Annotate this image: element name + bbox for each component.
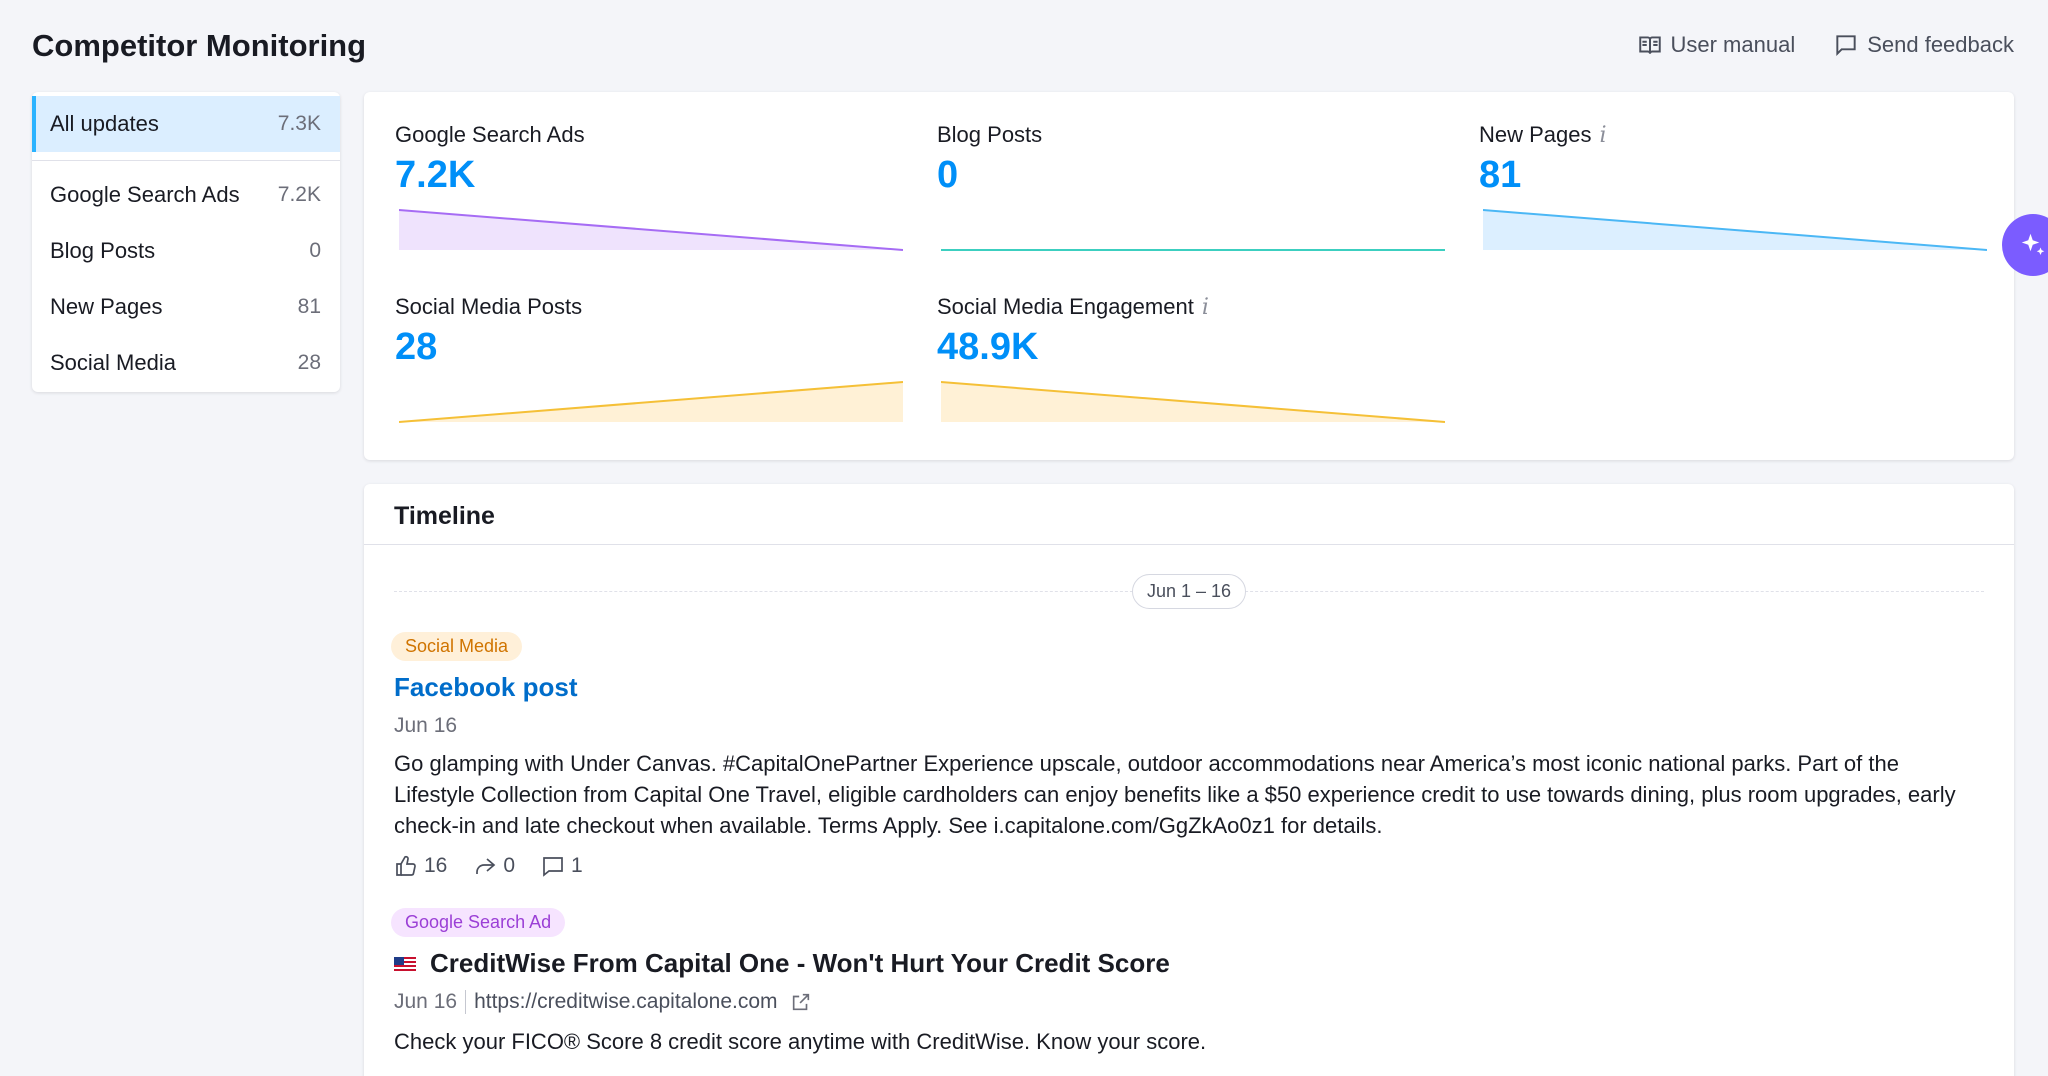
stat-value: 81 xyxy=(1479,154,1522,196)
send-feedback-label: Send feedback xyxy=(1867,32,2014,57)
stat-label: Social Media Posts xyxy=(395,294,583,319)
comments-count: 1 xyxy=(571,854,583,877)
sparkline xyxy=(399,381,903,423)
sidebar-item-count: 81 xyxy=(297,295,321,318)
sidebar-item-label: Blog Posts xyxy=(50,238,156,263)
shares-count: 0 xyxy=(503,854,516,877)
sidebar-item-count: 7.2K xyxy=(277,183,321,206)
sidebar-item-label: New Pages xyxy=(50,294,163,319)
entry-body: Go glamping with Under Canvas. #CapitalO… xyxy=(394,751,1956,838)
sparkline xyxy=(399,209,903,251)
date-range-chip: Jun 1 – 16 xyxy=(1132,574,1247,609)
share-icon xyxy=(476,858,496,874)
stat-value: 28 xyxy=(395,326,438,368)
stat-social-media-engagement[interactable]: Social Media Engagement i 48.9K xyxy=(937,294,1447,423)
info-icon[interactable]: i xyxy=(1202,295,1209,320)
sidebar-item-social-media[interactable]: Social Media 28 xyxy=(32,335,340,391)
stat-social-media-posts[interactable]: Social Media Posts 28 xyxy=(395,294,905,423)
stat-google-search-ads[interactable]: Google Search Ads 7.2K xyxy=(395,122,905,251)
entry-body: Check your FICO® Score 8 credit score an… xyxy=(394,1029,1207,1054)
entry-date: Jun 16 xyxy=(394,990,458,1013)
stat-value: 0 xyxy=(937,154,959,196)
tag-social-media: Social Media xyxy=(391,632,523,661)
tag-google-search-ad: Google Search Ad xyxy=(391,908,566,937)
sparkle-icon xyxy=(2021,233,2045,255)
entry-title-text: CreditWise From Capital One - Won't Hurt… xyxy=(430,948,1170,978)
sidebar-item-count: 28 xyxy=(297,351,321,374)
stat-value: 48.9K xyxy=(937,326,1039,368)
us-flag-icon xyxy=(394,957,416,974)
engagement-row: 16 0 1 xyxy=(394,854,583,878)
sidebar-item-blog-posts[interactable]: Blog Posts 0 xyxy=(32,223,340,279)
sparkline xyxy=(941,381,1445,423)
entry-meta: Jun 16 https://creditwise.capitalone.com xyxy=(394,990,812,1014)
stat-blog-posts[interactable]: Blog Posts 0 xyxy=(937,122,1447,251)
stat-label: Blog Posts xyxy=(937,122,1043,147)
timeline-title: Timeline xyxy=(394,502,495,530)
sidebar-item-new-pages[interactable]: New Pages 81 xyxy=(32,279,340,335)
comment-icon xyxy=(543,857,563,877)
external-link-icon[interactable] xyxy=(790,991,812,1013)
entry-date: Jun 16 xyxy=(394,714,458,737)
sidebar-item-count: 7.3K xyxy=(277,112,321,135)
likes: 16 xyxy=(394,854,447,878)
thumbs-up-icon xyxy=(396,855,416,876)
comments: 1 xyxy=(541,854,583,878)
timeline-card: Timeline Jun 1 – 16 Social Media Faceboo… xyxy=(364,484,2014,1076)
sidebar-item-all-updates[interactable]: All updates 7.3K xyxy=(32,96,340,152)
info-icon[interactable]: i xyxy=(1600,123,1607,148)
sparkline xyxy=(1483,209,1987,251)
stat-value: 7.2K xyxy=(395,154,476,196)
sidebar: All updates 7.3K Google Search Ads 7.2K … xyxy=(32,92,340,392)
stats-card: Google Search Ads 7.2K Blog Posts 0 New … xyxy=(364,92,2014,460)
entry-url[interactable]: https://creditwise.capitalone.com xyxy=(465,990,778,1014)
sidebar-item-count: 0 xyxy=(309,239,321,262)
feedback-icon xyxy=(1836,35,1856,57)
stat-label: New Pages xyxy=(1479,122,1592,147)
entry-title-ad[interactable]: CreditWise From Capital One - Won't Hurt… xyxy=(394,948,1170,979)
send-feedback-link[interactable]: Send feedback xyxy=(1833,32,2014,58)
stat-label: Social Media Engagement xyxy=(937,294,1194,319)
stat-new-pages[interactable]: New Pages i 81 xyxy=(1479,122,1989,251)
shares: 0 xyxy=(473,854,515,878)
page-title: Competitor Monitoring xyxy=(32,28,367,63)
likes-count: 16 xyxy=(424,854,448,877)
sidebar-item-label: All updates xyxy=(50,111,159,136)
header-links: User manual Send feedback xyxy=(1637,32,2014,58)
user-manual-link[interactable]: User manual xyxy=(1637,32,1796,58)
book-icon xyxy=(1638,36,1661,54)
sidebar-item-google-search-ads[interactable]: Google Search Ads 7.2K xyxy=(32,167,340,223)
entry-title-link[interactable]: Facebook post xyxy=(394,672,577,703)
sparkline xyxy=(941,249,1445,251)
user-manual-label: User manual xyxy=(1670,32,1796,57)
timeline-divider xyxy=(364,544,2014,545)
stat-label: Google Search Ads xyxy=(395,122,585,147)
sidebar-item-label: Social Media xyxy=(50,350,176,375)
sidebar-item-label: Google Search Ads xyxy=(50,182,240,207)
sidebar-divider xyxy=(32,160,340,161)
